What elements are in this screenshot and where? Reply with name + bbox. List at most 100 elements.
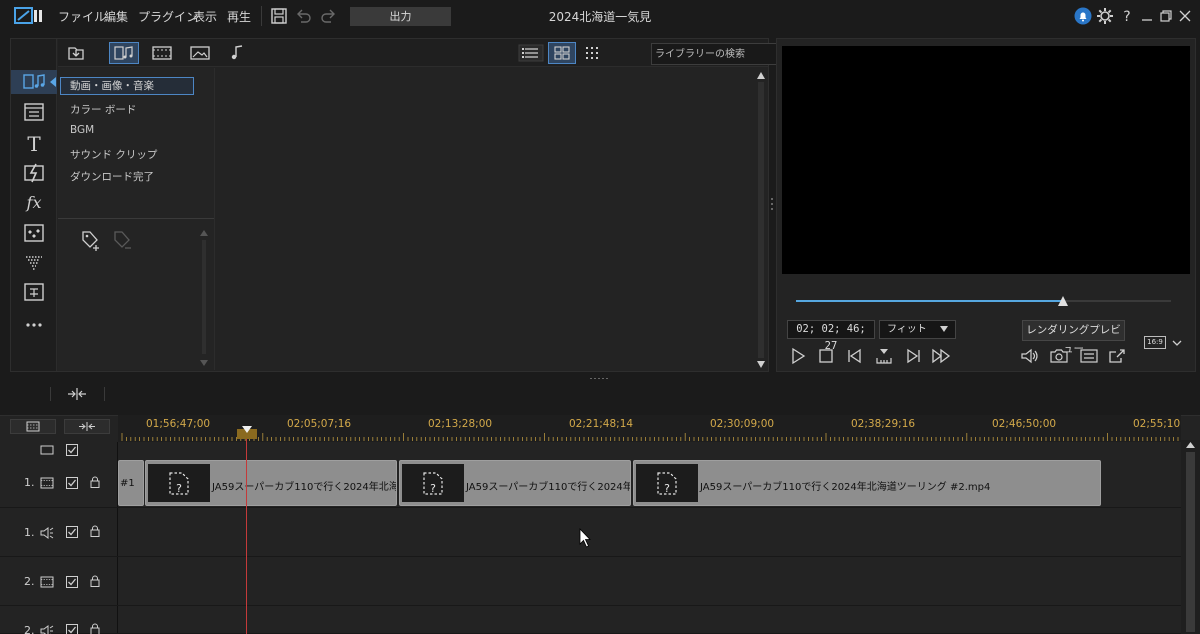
- play-icon[interactable]: [787, 346, 809, 366]
- effects-fx-icon[interactable]: fx: [21, 190, 47, 214]
- fit-timeline-icon[interactable]: [66, 384, 88, 404]
- lock-icon[interactable]: [88, 525, 102, 537]
- add-tag-icon[interactable]: [78, 228, 104, 252]
- next-frame-icon[interactable]: [902, 346, 924, 366]
- svg-text:?: ?: [430, 482, 436, 495]
- audio-track-icon: [40, 527, 54, 539]
- notification-bell-icon[interactable]: [1073, 6, 1093, 26]
- remove-tag-icon[interactable]: [110, 228, 136, 252]
- timeline-zoom-button[interactable]: [64, 419, 110, 434]
- media-scrollbar[interactable]: [755, 70, 767, 370]
- video-clip[interactable]: #1: [118, 460, 144, 506]
- track-enable-checkbox-icon[interactable]: [65, 576, 79, 588]
- timeline-ruler[interactable]: 01;56;47;00 02;05;07;16 02;13;28;00 02;2…: [118, 415, 1181, 442]
- storyboard-view-button[interactable]: [10, 419, 56, 434]
- lock-icon[interactable]: [88, 575, 102, 587]
- pip-objects-icon[interactable]: [21, 221, 47, 245]
- fast-forward-icon[interactable]: [930, 346, 952, 366]
- track-enable-checkbox-icon[interactable]: [65, 624, 79, 634]
- subtitle-settings-icon[interactable]: [1078, 346, 1100, 366]
- zoom-fit-icon: [79, 422, 95, 431]
- volume-icon[interactable]: [1019, 346, 1041, 366]
- category-sound-clips[interactable]: サウンド クリップ: [70, 147, 157, 162]
- video-clip[interactable]: ? JA59スーパーカブ110で行く2024年北海: [145, 460, 397, 506]
- library-search-input[interactable]: [655, 46, 783, 62]
- output-button[interactable]: 出力: [350, 7, 451, 26]
- video-clip[interactable]: ? JA59スーパーカブ110で行く2024年: [399, 460, 631, 506]
- lock-icon[interactable]: [88, 623, 102, 634]
- scrub-handle[interactable]: [1057, 295, 1069, 307]
- track-enable-checkbox-icon[interactable]: [65, 477, 79, 489]
- lock-icon[interactable]: [88, 476, 102, 488]
- zoom-fit-select[interactable]: フィット: [879, 320, 956, 339]
- transition-room-icon[interactable]: [21, 161, 47, 185]
- media-room-tab[interactable]: [11, 70, 57, 94]
- thumbnail-view-button[interactable]: [548, 42, 576, 64]
- missing-file-icon: ?: [169, 472, 189, 495]
- restore-icon[interactable]: [1156, 6, 1176, 26]
- svg-text:?: ?: [1123, 9, 1130, 25]
- menu-playback[interactable]: 再生: [227, 8, 251, 25]
- subtitle-room-icon[interactable]: [21, 280, 47, 304]
- playhead-handle[interactable]: [237, 425, 257, 439]
- enable-all-checkbox-icon[interactable]: [65, 444, 79, 456]
- category-bgm[interactable]: BGM: [70, 124, 94, 136]
- filter-image-icon[interactable]: [185, 42, 215, 64]
- category-scrollbar[interactable]: [198, 228, 210, 368]
- clip-label: JA59スーパーカブ110で行く2024年北海: [212, 482, 397, 493]
- particle-icon[interactable]: [21, 251, 47, 275]
- settings-gear-icon[interactable]: [1095, 6, 1115, 26]
- list-view-icon[interactable]: [517, 42, 545, 64]
- render-preview-button[interactable]: レンダリングプレビュー: [1022, 320, 1125, 355]
- track-enable-checkbox-icon[interactable]: [65, 526, 79, 538]
- ruler-label: 02;46;50;00: [992, 418, 1057, 430]
- timecode-display[interactable]: 02; 02; 46; 27: [787, 320, 875, 352]
- snapshot-camera-icon[interactable]: [1048, 346, 1070, 366]
- track-manager-icon[interactable]: [40, 444, 54, 456]
- preview-screen[interactable]: [782, 46, 1190, 274]
- filter-video-icon[interactable]: [147, 42, 177, 64]
- save-icon[interactable]: [269, 6, 289, 26]
- svg-text:T: T: [27, 132, 41, 155]
- vertical-resize-grip[interactable]: [769, 196, 775, 214]
- category-downloaded[interactable]: ダウンロード完了: [70, 169, 154, 184]
- track-number: 1.: [24, 476, 35, 489]
- media-library-content[interactable]: [220, 68, 758, 370]
- undo-icon[interactable]: [293, 6, 313, 26]
- dropdown-arrow-icon: [940, 326, 948, 332]
- redo-icon[interactable]: [319, 6, 339, 26]
- menu-view[interactable]: 表示: [193, 8, 217, 25]
- minimize-icon[interactable]: [1137, 6, 1157, 26]
- filter-audio-icon[interactable]: [222, 42, 252, 64]
- library-toolbar: [58, 39, 806, 67]
- title-room-icon[interactable]: [21, 100, 47, 124]
- timeline-scrollbar[interactable]: [1181, 440, 1200, 634]
- text-room-icon[interactable]: T: [21, 131, 47, 155]
- aspect-ratio-badge[interactable]: 16:9: [1144, 336, 1166, 349]
- help-icon[interactable]: ?: [1117, 6, 1137, 26]
- close-icon[interactable]: [1175, 6, 1195, 26]
- category-media[interactable]: 動画・画像・音楽: [60, 77, 194, 95]
- menu-plugin[interactable]: プラグイン: [138, 8, 198, 25]
- audio-track-2[interactable]: [0, 606, 1181, 634]
- menu-edit[interactable]: 編集: [104, 8, 128, 25]
- category-color-board[interactable]: カラー ボード: [70, 102, 136, 117]
- video-track-2[interactable]: [0, 557, 1181, 606]
- preview-panel: 02; 02; 46; 27 フィット レンダリングプレビュー 16:9: [776, 38, 1196, 372]
- import-media-icon[interactable]: [61, 42, 91, 64]
- chevron-down-icon[interactable]: [1172, 338, 1182, 348]
- room-rail: T fx: [11, 39, 57, 371]
- menu-file[interactable]: ファイル: [58, 8, 106, 25]
- split-clip-icon[interactable]: [873, 346, 895, 366]
- panel-resize-grip[interactable]: [588, 377, 612, 380]
- undock-preview-icon[interactable]: [1106, 346, 1128, 366]
- filter-all-media-button[interactable]: [109, 42, 139, 64]
- preview-scrub-bar[interactable]: [796, 300, 1171, 302]
- previous-frame-icon[interactable]: [844, 346, 866, 366]
- stop-icon[interactable]: [815, 346, 837, 366]
- svg-text:?: ?: [176, 482, 182, 495]
- dense-grid-icon[interactable]: [579, 42, 605, 64]
- toolbar-divider: [50, 387, 51, 401]
- video-clip[interactable]: ? JA59スーパーカブ110で行く2024年北海道ツーリング #2.mp4: [633, 460, 1101, 506]
- more-rooms-icon[interactable]: [21, 313, 47, 337]
